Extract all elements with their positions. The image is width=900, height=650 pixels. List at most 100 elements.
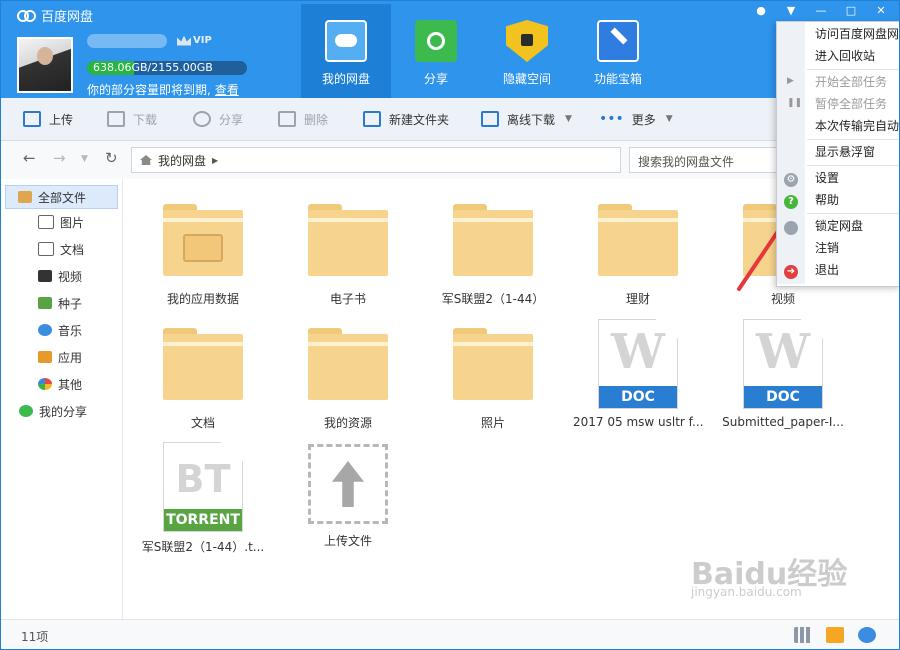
download-button[interactable]: 下载: [107, 98, 157, 140]
play-icon: ▶: [787, 76, 794, 86]
minimize-icon[interactable]: —: [806, 1, 836, 21]
share-button[interactable]: 分享: [193, 98, 243, 140]
vip-badge[interactable]: VIP: [177, 35, 212, 46]
close-icon[interactable]: ✕: [866, 1, 896, 21]
exit-icon: ➜: [784, 265, 798, 279]
folder-icon: [308, 204, 388, 276]
bt-icon: [38, 297, 52, 309]
avatar[interactable]: [17, 37, 73, 93]
lock-icon[interactable]: [858, 627, 876, 643]
menu-item-logout[interactable]: 注销: [815, 238, 899, 258]
file-item[interactable]: 军S联盟2（1-44）: [428, 204, 558, 307]
refresh-icon[interactable]: ↻: [105, 149, 118, 167]
delete-button[interactable]: 删除: [278, 98, 328, 140]
word-doc-icon: W DOC: [598, 319, 678, 409]
menu-dropdown-icon[interactable]: ▼: [776, 1, 806, 21]
sidebar-item-all-files[interactable]: 全部文件: [5, 185, 118, 209]
home-icon: [140, 155, 152, 165]
share-icon: [415, 20, 457, 62]
tab-hidden-space[interactable]: 隐藏空间: [482, 4, 572, 98]
toolbox-icon: [597, 20, 639, 62]
word-doc-icon: W DOC: [743, 319, 823, 409]
help-icon: ?: [784, 195, 798, 209]
folder-icon: [598, 204, 678, 276]
tab-toolbox[interactable]: 功能宝箱: [573, 4, 663, 98]
menu-item-help[interactable]: 帮助: [815, 190, 899, 210]
app-window: 百度网盘 VIP 638.06GB/2155.00GB 你的部分容量即将到期, 查…: [0, 0, 900, 650]
upload-file-tile[interactable]: 上传文件: [283, 444, 413, 549]
sidebar-item-videos[interactable]: 视频: [38, 264, 82, 288]
watermark-url: jingyan.baidu.com: [691, 585, 802, 599]
menu-item-visit-website[interactable]: 访问百度网盘网站: [815, 24, 899, 44]
file-item[interactable]: 照片: [428, 328, 558, 431]
address-bar: ← → ▼ ↻ 我的网盘 ▶ 搜索我的网盘文件: [1, 141, 899, 179]
file-item[interactable]: 我的应用数据: [138, 204, 268, 307]
quota-note: 你的部分容量即将到期, 查看: [87, 83, 239, 97]
grid-view-icon[interactable]: [794, 627, 812, 643]
quota-view-link[interactable]: 查看: [215, 83, 239, 97]
music-note-icon: [38, 324, 52, 336]
gear-icon: ⚙: [784, 173, 798, 187]
file-item[interactable]: 理财: [573, 204, 703, 307]
pie-icon: [38, 378, 52, 390]
window-controls: ● ▼ — □ ✕: [746, 1, 896, 21]
tab-my-drive[interactable]: 我的网盘: [301, 4, 391, 98]
menu-item-recycle-bin[interactable]: 进入回收站: [815, 46, 899, 66]
folder-icon: [308, 328, 388, 400]
back-arrow-icon[interactable]: ←: [23, 149, 36, 167]
header: 百度网盘 VIP 638.06GB/2155.00GB 你的部分容量即将到期, 查…: [1, 1, 899, 98]
sidebar-item-other[interactable]: 其他: [38, 372, 82, 396]
menu-item-settings[interactable]: 设置: [815, 168, 899, 188]
transfer-upload-icon[interactable]: [826, 627, 844, 643]
offline-download-icon: [481, 111, 499, 127]
sidebar-item-music[interactable]: 音乐: [38, 318, 82, 342]
more-button[interactable]: ••• 更多 ▼: [599, 98, 673, 140]
sidebar-item-docs[interactable]: 文档: [38, 237, 84, 261]
new-folder-button[interactable]: 新建文件夹: [363, 98, 449, 140]
film-icon: [38, 270, 52, 282]
offline-download-button[interactable]: 离线下载 ▼: [481, 98, 572, 140]
file-item[interactable]: 文档: [138, 328, 268, 431]
sidebar-item-my-share[interactable]: 我的分享: [19, 399, 87, 423]
search-input[interactable]: 搜索我的网盘文件: [629, 147, 779, 173]
menu-item-start-all[interactable]: 开始全部任务: [815, 72, 899, 92]
sidebar-item-torrents[interactable]: 种子: [38, 291, 82, 315]
breadcrumb[interactable]: 我的网盘 ▶: [131, 147, 621, 173]
username-blurred: [87, 34, 167, 48]
folder-icon: [453, 328, 533, 400]
file-item[interactable]: 电子书: [283, 204, 413, 307]
sidebar-item-images[interactable]: 图片: [38, 210, 84, 234]
file-item[interactable]: W DOC 2017 05 msw usltr f...: [573, 319, 703, 429]
toolbar: 上传 下载 分享 删除 新建文件夹 离线下载 ▼ ••• 更多 ▼: [1, 98, 899, 141]
app-box-icon: [38, 351, 52, 363]
more-dots-icon: •••: [599, 111, 624, 127]
app-folder-icon: [163, 204, 243, 276]
file-item[interactable]: BT TORRENT 军S联盟2（1-44）.t...: [138, 442, 268, 555]
new-folder-icon: [363, 111, 381, 127]
cloud-drive-icon: [325, 20, 367, 62]
breadcrumb-arrow-icon: ▶: [212, 155, 219, 165]
share-icon: [19, 405, 33, 417]
menu-item-lock-drive[interactable]: 锁定网盘: [815, 216, 899, 236]
app-title: 百度网盘: [17, 6, 93, 25]
quota-bar: 638.06GB/2155.00GB: [87, 61, 247, 75]
menu-item-pause-all[interactable]: 暂停全部任务: [815, 94, 899, 114]
history-dropdown-icon[interactable]: ▼: [81, 154, 88, 164]
menu-item-auto-shutdown[interactable]: 本次传输完自动关机: [815, 116, 899, 136]
maximize-icon[interactable]: □: [836, 1, 866, 21]
file-item[interactable]: 我的资源: [283, 328, 413, 431]
settings-dropdown-menu: 访问百度网盘网站 进入回收站 ▶ 开始全部任务 ❚❚ 暂停全部任务 本次传输完自…: [776, 21, 899, 287]
bell-icon[interactable]: ●: [746, 1, 776, 21]
file-item[interactable]: W DOC Submitted_paper-I...: [718, 319, 848, 429]
menu-item-exit[interactable]: 退出: [815, 260, 899, 280]
upload-button[interactable]: 上传: [23, 98, 73, 140]
baidu-cloud-logo-icon: [17, 9, 36, 23]
upload-arrow-icon: [308, 444, 388, 524]
folder-icon: [18, 191, 32, 203]
menu-item-floating-window[interactable]: 显示悬浮窗: [815, 142, 899, 162]
tab-share[interactable]: 分享: [391, 4, 481, 98]
forward-arrow-icon[interactable]: →: [53, 149, 66, 167]
crown-icon: [177, 35, 191, 46]
torrent-file-icon: BT TORRENT: [163, 442, 243, 532]
sidebar-item-apps[interactable]: 应用: [38, 345, 82, 369]
